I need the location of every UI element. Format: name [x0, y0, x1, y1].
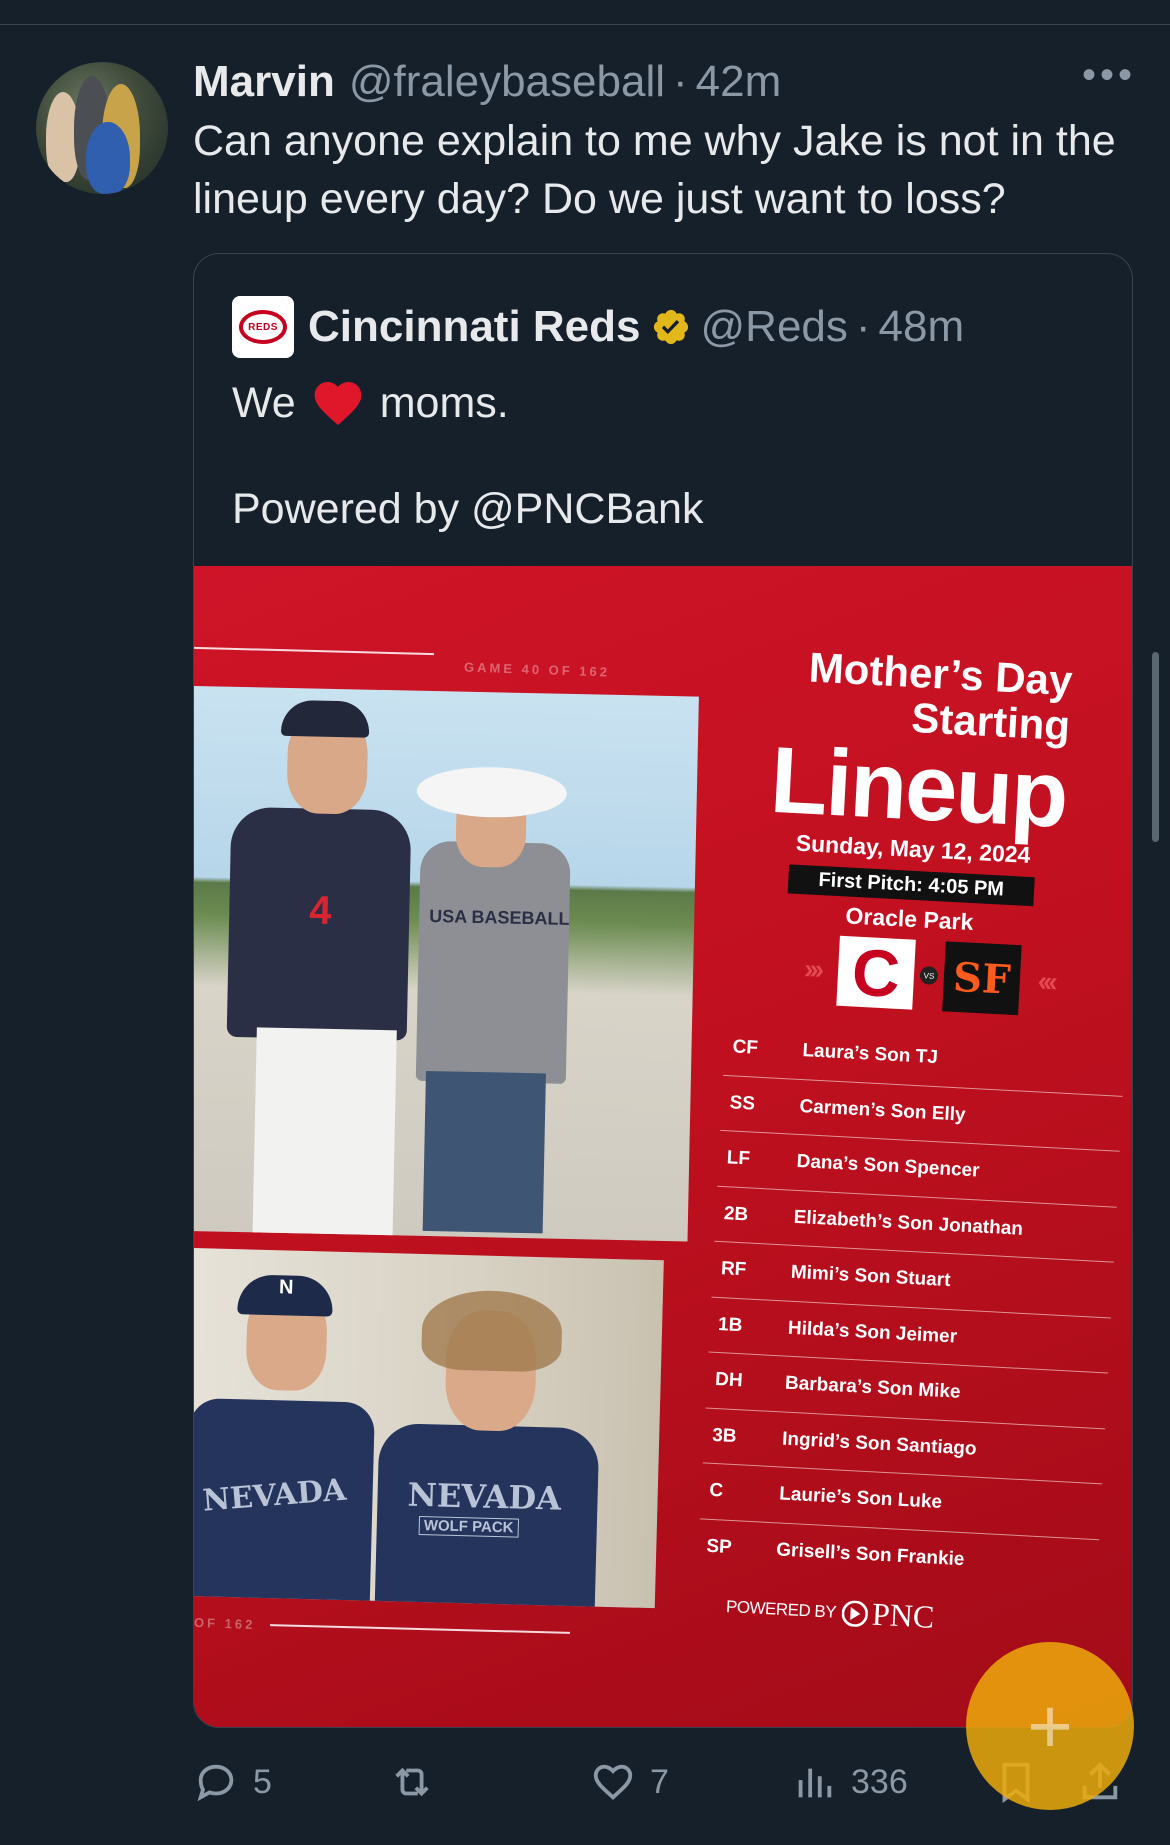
player-pants — [252, 1027, 397, 1241]
player2-cap-letter: N — [278, 1276, 294, 1299]
giants-logo-letters: SF — [952, 953, 1012, 1004]
views-icon — [798, 1768, 832, 1798]
sponsor-branding: POWERED BY PNC — [725, 1588, 936, 1636]
separator-dot: · — [673, 57, 688, 106]
plus-icon: + — [1027, 1682, 1073, 1770]
first-pitch: First Pitch: 4:05 PM — [787, 864, 1035, 907]
chevron-right-icon: ››› — [803, 952, 821, 985]
lineup-player-name: Laurie’s Son Luke — [778, 1483, 943, 1514]
quoted-tweet[interactable]: REDS Cincinnati Reds @Reds · 48m We moms… — [193, 253, 1133, 1728]
lineup-list: CF Laura’s Son TJ SS Carmen’s Son Elly LF Dan… — [697, 1020, 1126, 1595]
retweet-button[interactable] — [389, 1752, 435, 1812]
lineup-player-name: Mimi’s Son Stuart — [790, 1262, 951, 1292]
lineup-player-name: Barbara’s Son Mike — [784, 1372, 962, 1404]
quote-text-line2: Powered by @PNCBank — [232, 485, 704, 533]
compose-fab-button[interactable]: + — [966, 1642, 1134, 1810]
quote-author-handle[interactable]: @Reds — [701, 302, 848, 352]
quote-separator: · — [855, 302, 871, 351]
game-label-bottom: OF 162 — [194, 1614, 256, 1633]
tweet-header: Marvin @fraleybaseball · 42m — [193, 52, 781, 112]
mom-jeans — [422, 1070, 546, 1234]
chevron-left-icon: ‹‹‹ — [1037, 965, 1055, 998]
mom-shirt-text: USA BASEBALL — [429, 905, 570, 929]
mom2-shirt-text: NEVADA — [407, 1475, 562, 1518]
retweet-icon — [395, 1767, 429, 1797]
player-cap — [280, 699, 370, 738]
author-handle[interactable]: @fraleybaseball — [349, 57, 665, 107]
quote-text-line1: We moms. — [232, 366, 703, 440]
jersey-number: 4 — [308, 888, 333, 933]
quote-time[interactable]: 48m — [879, 302, 965, 352]
vs-badge: VS — [919, 966, 939, 985]
ellipsis-icon[interactable]: ••• — [1082, 55, 1132, 100]
like-count: 7 — [650, 1762, 669, 1801]
lineup-player-name: Hilda’s Son Jeimer — [787, 1317, 958, 1348]
pnc-wordmark: PNC — [871, 1595, 936, 1635]
top-divider — [0, 24, 1170, 25]
graphic-top-line — [194, 646, 434, 656]
mom2-shirt-sub: WOLF PACK — [418, 1515, 519, 1538]
views-button[interactable]: 336 — [791, 1752, 908, 1812]
lineup-graphic-image[interactable]: GAME 40 OF 162 4 USA BASEBALL NEVADA N N… — [194, 566, 1132, 1727]
lineup-position: C — [708, 1480, 724, 1502]
views-count: 336 — [851, 1762, 908, 1801]
graphic-bottom-line — [270, 1624, 570, 1634]
reds-team-logo-icon: C — [836, 934, 916, 1011]
reply-icon — [197, 1764, 234, 1802]
lineup-position: SP — [705, 1535, 733, 1559]
game-label-top: GAME 40 OF 162 — [463, 659, 611, 680]
reply-count: 5 — [253, 1762, 272, 1801]
red-heart-emoji-icon — [314, 382, 362, 426]
lineup-position: 1B — [717, 1313, 743, 1337]
lineup-player-name: Carmen’s Son Elly — [799, 1095, 967, 1126]
player-mom-photo-2: NEVADA N NEVADA WOLF PACK — [194, 1248, 664, 1609]
player-mom-photo-1: 4 USA BASEBALL — [194, 686, 699, 1242]
reply-button[interactable]: 5 — [193, 1752, 272, 1812]
like-button[interactable]: 7 — [590, 1752, 669, 1812]
reds-avatar[interactable]: REDS — [232, 296, 294, 358]
tweet-text: Can anyone explain to me why Jake is not… — [193, 117, 1116, 223]
lineup-position: SS — [729, 1092, 756, 1115]
giants-team-logo-icon: SF — [942, 941, 1022, 1016]
quote-header: REDS Cincinnati Reds @Reds · 48m — [232, 292, 964, 362]
mom-hat — [416, 765, 568, 819]
game-info: Sunday, May 12, 2024 First Pitch: 4:05 P… — [759, 828, 1064, 941]
lineup-player-name: Grisell’s Son Frankie — [775, 1539, 965, 1571]
tweet-time[interactable]: 42m — [696, 57, 782, 107]
quote-text-we: We — [232, 379, 296, 427]
quote-text-moms: moms. — [379, 379, 509, 427]
heart-icon — [593, 1764, 633, 1800]
lineup-position: CF — [732, 1036, 759, 1059]
powered-by-label: POWERED BY — [725, 1596, 837, 1622]
mom-shirt — [415, 840, 571, 1084]
title-line-3: Lineup — [767, 726, 1070, 848]
quote-author-name[interactable]: Cincinnati Reds — [308, 302, 641, 352]
graphic-title: Mother’s Day Starting Lineup — [714, 640, 1074, 848]
matchup-logos: ››› C VS SF ‹‹‹ — [802, 934, 1055, 1017]
lineup-position: 3B — [711, 1424, 738, 1447]
author-name[interactable]: Marvin — [193, 57, 335, 107]
reds-logo-text: REDS — [248, 321, 278, 333]
pnc-logo-icon — [841, 1599, 869, 1627]
reds-logo-icon: REDS — [239, 310, 287, 344]
lineup-player-name: Laura’s Son TJ — [801, 1040, 939, 1069]
mom2-hair — [420, 1289, 563, 1373]
lineup-player-name: Dana’s Son Spencer — [796, 1151, 981, 1182]
lineup-position: LF — [726, 1147, 751, 1170]
quote-text: We moms. Powered by @PNCBank — [232, 366, 703, 538]
author-avatar[interactable] — [36, 62, 168, 194]
verified-badge-icon[interactable] — [651, 307, 691, 347]
lineup-position: 2B — [723, 1202, 749, 1226]
scrollbar-thumb[interactable] — [1152, 652, 1159, 842]
lineup-player-name: Elizabeth’s Son Jonathan — [793, 1206, 1024, 1240]
reds-logo-letter: C — [850, 934, 902, 1011]
lineup-position: RF — [720, 1258, 747, 1281]
lineup-player-name: Ingrid’s Son Santiago — [781, 1428, 978, 1460]
lineup-position: DH — [714, 1369, 744, 1392]
